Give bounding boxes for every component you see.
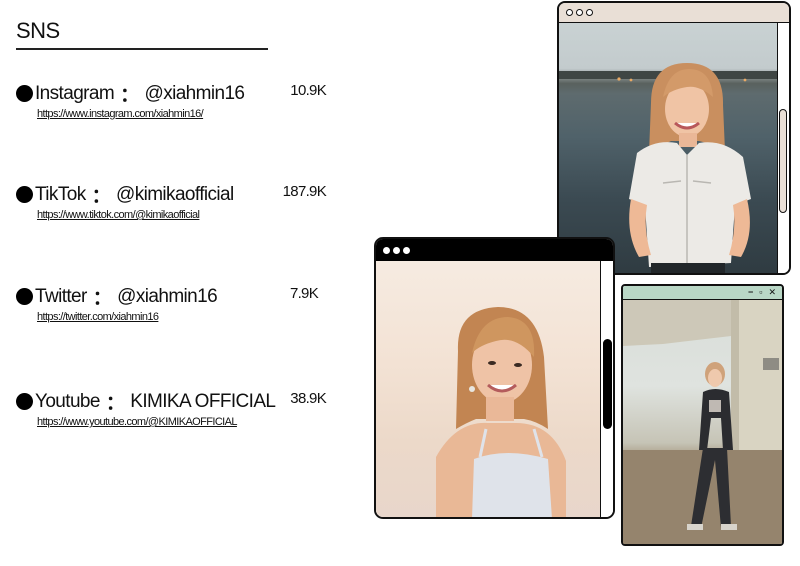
account-row-tiktok: TikTok ： @kimikaofficial 187.9K https://…: [16, 181, 327, 231]
account-handle: @xiahmin16: [117, 285, 218, 307]
maximize-icon[interactable]: ▫: [759, 288, 762, 297]
title-divider: [16, 48, 268, 50]
follower-count: 187.9K: [282, 183, 327, 200]
follower-count: 7.9K: [289, 285, 319, 302]
scroll-thumb[interactable]: [779, 109, 787, 213]
account-platform: Twitter: [35, 285, 87, 307]
account-platform: TikTok: [35, 183, 86, 205]
scroll-thumb[interactable]: [603, 339, 612, 429]
follower-count: 38.9K: [290, 390, 326, 407]
account-separator: ：: [92, 288, 112, 309]
account-handle: @xiahmin16: [144, 82, 246, 104]
scrollbar[interactable]: [777, 23, 789, 273]
photo-window-bottom: − ▫ ✕: [621, 284, 784, 546]
window-titlebar: [376, 239, 613, 261]
window-dot-icon[interactable]: [393, 246, 400, 254]
account-platform: Youtube: [35, 390, 100, 412]
account-link[interactable]: https://www.instagram.com/xiahmin16/: [37, 108, 204, 120]
window-titlebar: − ▫ ✕: [623, 286, 782, 300]
close-icon[interactable]: ✕: [768, 288, 776, 297]
account-link[interactable]: https://twitter.com/xiahmin16: [37, 311, 159, 323]
account-handle: @kimikaofficial: [116, 183, 234, 205]
bullet-icon: [16, 186, 33, 203]
account-separator: ：: [120, 85, 139, 106]
minimize-icon[interactable]: −: [748, 288, 753, 297]
portrait-photo-sunset: [376, 261, 604, 517]
page-title: SNS: [16, 18, 60, 43]
fullbody-photo-pillar: [623, 300, 782, 544]
window-dot-icon[interactable]: [576, 9, 583, 16]
bullet-icon: [16, 288, 33, 305]
window-dot-icon[interactable]: [403, 246, 410, 254]
bullet-icon: [16, 85, 33, 102]
window-dot-icon[interactable]: [383, 246, 390, 254]
window-dot-icon[interactable]: [586, 9, 593, 16]
account-link[interactable]: https://www.tiktok.com/@kimikaofficial: [37, 209, 200, 221]
follower-count: 10.9K: [290, 82, 326, 99]
account-link[interactable]: https://www.youtube.com/@KIMIKAOFFICIAL: [37, 416, 238, 428]
photo-window-middle: [374, 237, 615, 519]
photo-window-top: [557, 1, 791, 275]
window-titlebar: [559, 3, 789, 23]
account-row-twitter: Twitter ： @xiahmin16 7.9K https://twitte…: [16, 283, 326, 333]
bullet-icon: [16, 393, 33, 410]
account-row-youtube: Youtube ： KIMIKA OFFICIAL 38.9K https://…: [16, 388, 327, 438]
account-separator: ：: [105, 393, 125, 414]
account-platform: Instagram: [35, 82, 115, 104]
account-row-instagram: Instagram ： @xiahmin16 10.9K https://www…: [16, 80, 327, 130]
account-handle: KIMIKA OFFICIAL: [130, 390, 276, 412]
account-separator: ：: [91, 186, 111, 207]
scrollbar[interactable]: [600, 261, 613, 517]
window-dot-icon[interactable]: [566, 9, 573, 16]
